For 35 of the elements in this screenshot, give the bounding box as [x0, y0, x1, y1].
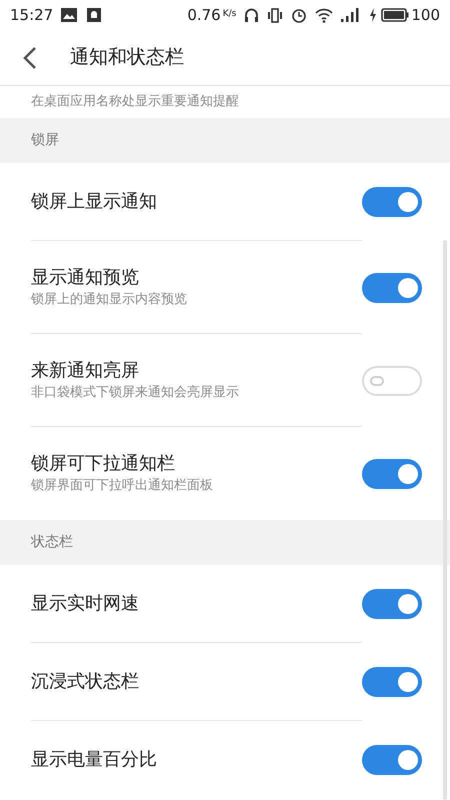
setting-description: 锁屏界面可下拉呼出通知栏面板	[31, 479, 214, 492]
network-speed: 0.76	[187, 4, 221, 26]
wifi-icon	[315, 8, 334, 22]
notification-icon	[87, 8, 102, 22]
setting-label: 锁屏可下拉通知栏	[31, 455, 176, 473]
setting-label: 显示实时网速	[31, 594, 140, 612]
setting-description: 锁屏上的通知显示内容预览	[31, 292, 188, 306]
toggle-switch[interactable]	[362, 589, 422, 619]
speed-unit: K/s	[222, 8, 236, 22]
setting-label: 显示电量百分比	[31, 751, 158, 769]
setting-description: 在桌面应用名称处显示重要通知提醒	[31, 93, 239, 112]
setting-description: 非口袋模式下锁屏来通知会亮屏显示	[31, 386, 240, 398]
toggle-switch[interactable]	[362, 667, 422, 697]
page-title: 通知和状态栏	[70, 45, 184, 70]
toggle-switch[interactable]	[362, 745, 422, 775]
vibrate-icon	[267, 8, 284, 22]
setting-label: 显示通知预览	[31, 268, 140, 286]
toggle-switch[interactable]	[362, 458, 422, 488]
headphones-icon	[244, 8, 260, 22]
section-header: 状态栏	[0, 520, 450, 565]
toggle-switch[interactable]	[362, 366, 422, 396]
setting-label: 锁屏上显示通知	[31, 192, 158, 210]
status-time: 15:27	[10, 4, 54, 26]
signal-icon	[341, 8, 362, 22]
toggle-switch[interactable]	[362, 187, 422, 217]
section-header: 锁屏	[0, 118, 450, 163]
battery-icon	[381, 8, 410, 22]
battery-percent: 100	[411, 4, 440, 26]
back-icon	[23, 46, 37, 70]
image-icon	[61, 8, 78, 22]
charging-icon	[369, 8, 378, 22]
toggle-switch[interactable]	[362, 272, 422, 302]
setting-label: 沉浸式状态栏	[31, 672, 140, 690]
alarm-icon	[291, 7, 308, 23]
setting-label: 来新通知亮屏	[31, 362, 140, 380]
